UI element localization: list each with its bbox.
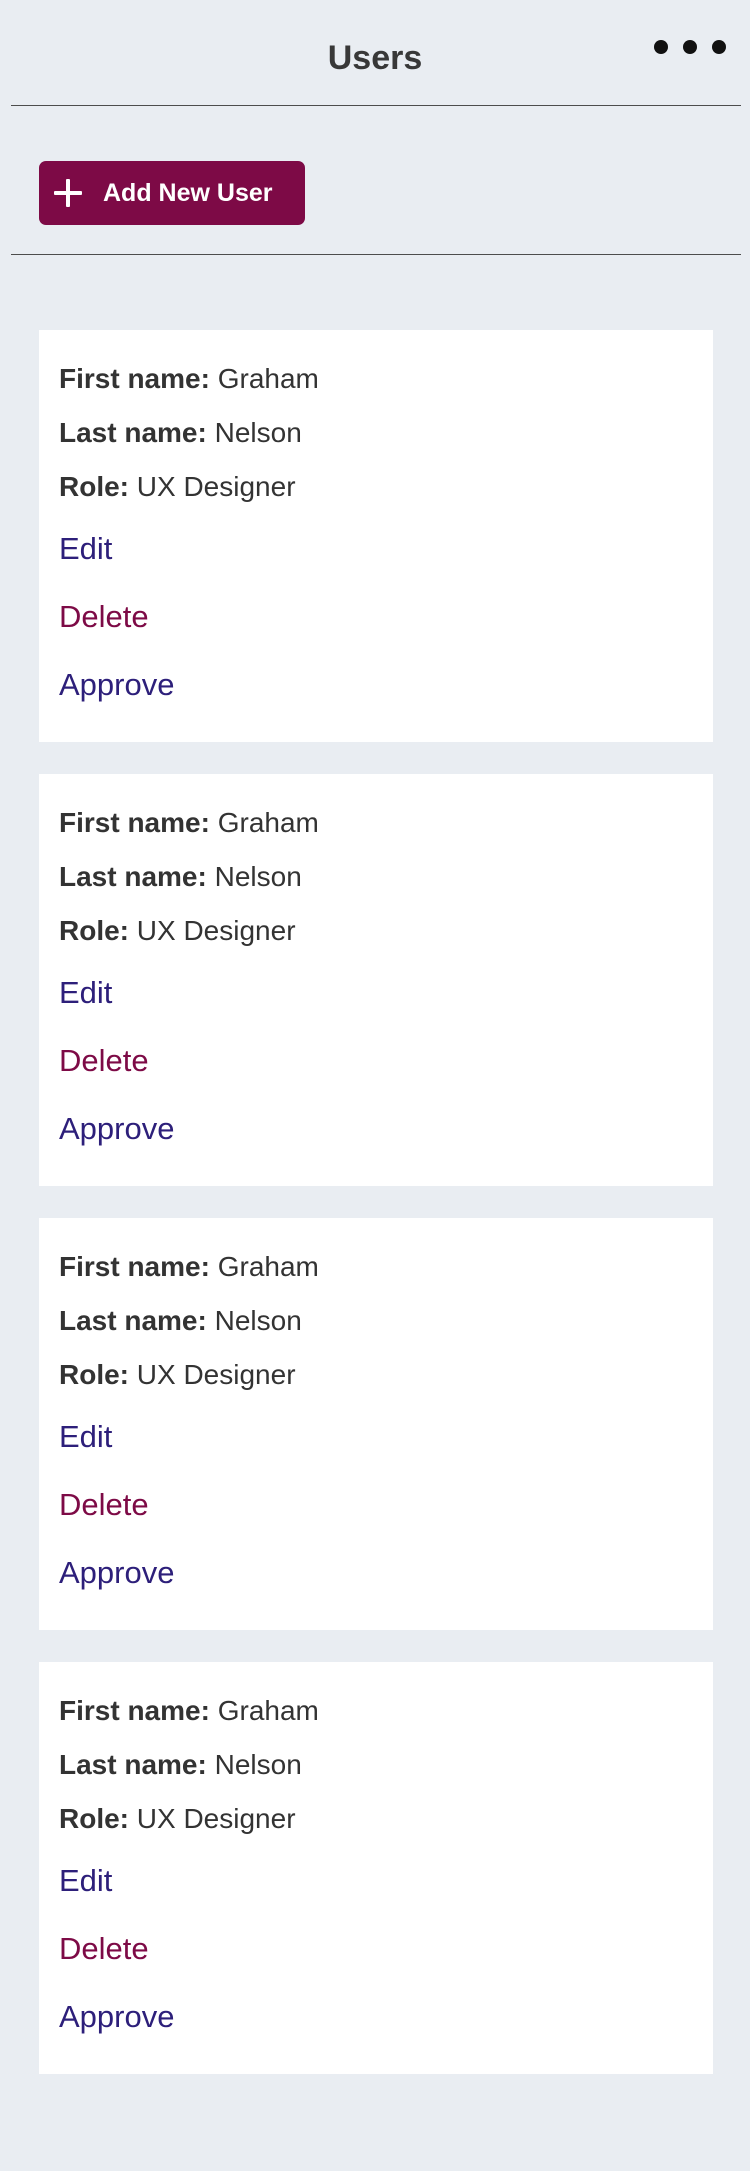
role-label: Role: [59, 1359, 129, 1390]
app-header: Users [0, 0, 750, 106]
approve-link[interactable]: Approve [59, 1998, 174, 2036]
last-name-value: Nelson [214, 1749, 302, 1780]
role-label: Role: [59, 915, 129, 946]
last-name-label: Last name: [59, 861, 207, 892]
edit-link[interactable]: Edit [59, 974, 112, 1012]
first-name-label: First name: [59, 1251, 210, 1282]
role-field: Role: UX Designer [59, 1357, 296, 1393]
role-label: Role: [59, 471, 129, 502]
edit-link[interactable]: Edit [59, 530, 112, 568]
last-name-label: Last name: [59, 1749, 207, 1780]
add-new-user-button[interactable]: Add New User [39, 161, 305, 225]
role-field: Role: UX Designer [59, 913, 296, 949]
more-options-icon[interactable] [654, 30, 726, 64]
role-field: Role: UX Designer [59, 469, 296, 505]
first-name-label: First name: [59, 363, 210, 394]
last-name-field: Last name: Nelson [59, 415, 302, 451]
last-name-field: Last name: Nelson [59, 1303, 302, 1339]
more-dot [683, 40, 697, 54]
delete-link[interactable]: Delete [59, 1930, 149, 1968]
page-title: Users [327, 39, 423, 77]
approve-link[interactable]: Approve [59, 1110, 174, 1148]
edit-link[interactable]: Edit [59, 1418, 112, 1456]
more-dot [654, 40, 668, 54]
edit-link[interactable]: Edit [59, 1862, 112, 1900]
plus-icon [54, 179, 82, 207]
first-name-field: First name: Graham [59, 1249, 319, 1285]
user-card: First name: Graham Last name: Nelson Rol… [39, 1218, 713, 1630]
first-name-label: First name: [59, 807, 210, 838]
last-name-field: Last name: Nelson [59, 1747, 302, 1783]
last-name-label: Last name: [59, 1305, 207, 1336]
user-card: First name: Graham Last name: Nelson Rol… [39, 1662, 713, 2074]
header-divider [11, 105, 741, 106]
last-name-label: Last name: [59, 417, 207, 448]
user-card: First name: Graham Last name: Nelson Rol… [39, 330, 713, 742]
first-name-field: First name: Graham [59, 805, 319, 841]
delete-link[interactable]: Delete [59, 1042, 149, 1080]
role-value: UX Designer [136, 915, 296, 946]
role-value: UX Designer [136, 471, 296, 502]
first-name-value: Graham [217, 363, 319, 394]
toolbar-divider [11, 254, 741, 255]
first-name-field: First name: Graham [59, 1693, 319, 1729]
role-value: UX Designer [136, 1803, 296, 1834]
first-name-label: First name: [59, 1695, 210, 1726]
more-dot [712, 40, 726, 54]
last-name-value: Nelson [214, 1305, 302, 1336]
role-field: Role: UX Designer [59, 1801, 296, 1837]
delete-link[interactable]: Delete [59, 598, 149, 636]
add-new-user-label: Add New User [103, 179, 273, 207]
role-value: UX Designer [136, 1359, 296, 1390]
user-card: First name: Graham Last name: Nelson Rol… [39, 774, 713, 1186]
first-name-value: Graham [217, 807, 319, 838]
last-name-value: Nelson [214, 861, 302, 892]
role-label: Role: [59, 1803, 129, 1834]
approve-link[interactable]: Approve [59, 1554, 174, 1592]
first-name-field: First name: Graham [59, 361, 319, 397]
first-name-value: Graham [217, 1695, 319, 1726]
last-name-field: Last name: Nelson [59, 859, 302, 895]
approve-link[interactable]: Approve [59, 666, 174, 704]
first-name-value: Graham [217, 1251, 319, 1282]
last-name-value: Nelson [214, 417, 302, 448]
delete-link[interactable]: Delete [59, 1486, 149, 1524]
